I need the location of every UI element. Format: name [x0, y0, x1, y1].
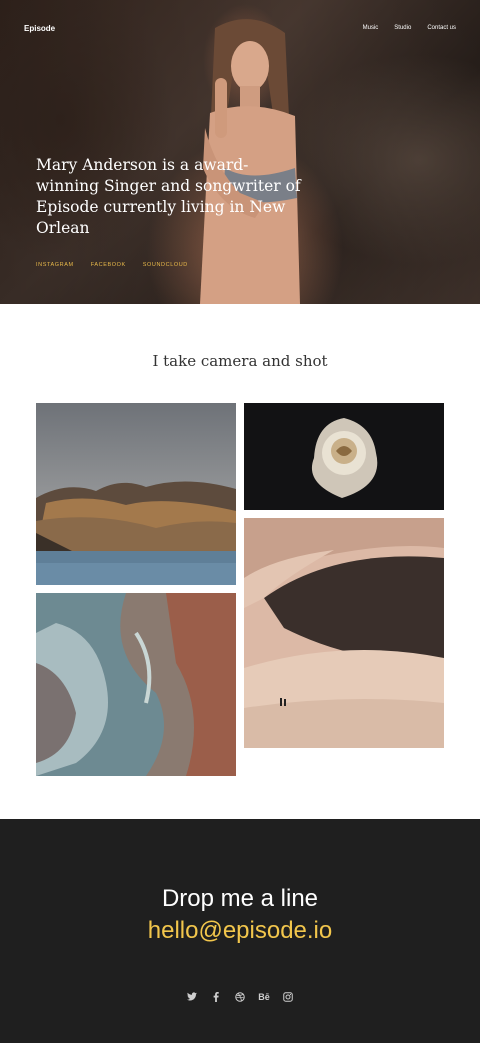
instagram-icon[interactable]	[283, 991, 294, 1002]
footer-social-icons: Bē	[0, 991, 480, 1002]
hero-social-links: INSTAGRAM FACEBOOK SOUNDCLOUD	[36, 262, 188, 268]
twitter-icon[interactable]	[187, 991, 198, 1002]
contact-email-link[interactable]: hello@episode.io	[0, 917, 480, 945]
contact-section: Drop me a line hello@episode.io Bē	[0, 819, 480, 1043]
gallery-photo-mountain-lake[interactable]	[36, 403, 236, 585]
social-link-instagram[interactable]: INSTAGRAM	[36, 262, 74, 268]
gallery-title: I take camera and shot	[152, 352, 328, 370]
gallery-photo-rose[interactable]	[244, 403, 444, 510]
hero-intro-text: Mary Anderson is a award-winning Singer …	[36, 156, 301, 237]
behance-icon[interactable]: Bē	[258, 991, 270, 1002]
brand-logo[interactable]: Episode	[24, 24, 55, 33]
hero-section: Episode Music Studio Contact us Mary And…	[0, 0, 480, 304]
facebook-icon[interactable]	[211, 991, 222, 1002]
gallery-photo-aerial-terrain[interactable]	[36, 593, 236, 776]
contact-title: Drop me a line	[161, 885, 319, 912]
social-link-soundcloud[interactable]: SOUNDCLOUD	[143, 262, 188, 268]
nav-link-contact[interactable]: Contact us	[427, 25, 456, 31]
social-link-facebook[interactable]: FACEBOOK	[91, 262, 126, 268]
dribbble-icon[interactable]	[235, 991, 246, 1002]
nav-link-music[interactable]: Music	[363, 25, 379, 31]
main-nav: Music Studio Contact us	[363, 25, 456, 31]
gallery-photo-sand-dunes[interactable]	[244, 518, 444, 748]
nav-link-studio[interactable]: Studio	[394, 25, 411, 31]
